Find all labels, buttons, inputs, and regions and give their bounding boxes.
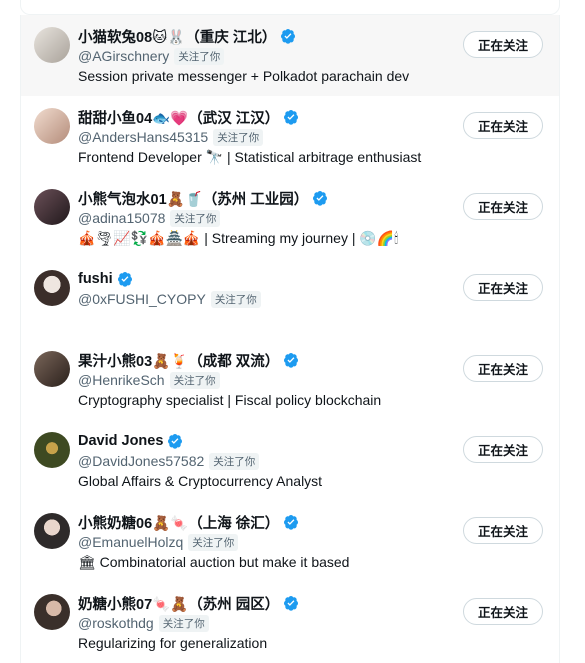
display-name[interactable]: fushi bbox=[78, 271, 113, 287]
display-name[interactable]: 奶糖小熊07🍬🧸（苏州 园区） bbox=[78, 593, 279, 614]
avatar[interactable] bbox=[34, 270, 70, 306]
avatar[interactable] bbox=[34, 513, 70, 549]
user-row[interactable]: 果汁小熊03🧸🍹（成都 双流） @HenrikeSch 关注了你 Cryptog… bbox=[21, 339, 559, 420]
user-row[interactable]: 奶糖小熊07🍬🧸（苏州 园区） @roskothdg 关注了你 Regulari… bbox=[21, 582, 559, 663]
display-name[interactable]: 小猫软兔08🐱🐰（重庆 江北） bbox=[78, 26, 276, 47]
avatar[interactable] bbox=[34, 594, 70, 630]
following-button[interactable]: 正在关注 bbox=[463, 355, 543, 382]
display-name[interactable]: 果汁小熊03🧸🍹（成都 双流） bbox=[78, 350, 279, 371]
avatar[interactable] bbox=[34, 108, 70, 144]
user-handle[interactable]: @HenrikeSch bbox=[78, 372, 165, 388]
user-handle[interactable]: @AGirschnery bbox=[78, 48, 169, 64]
verified-badge-icon bbox=[281, 29, 296, 44]
follows-you-badge: 关注了你 bbox=[210, 290, 261, 308]
user-handle[interactable]: @0xFUSHI_CYOPY bbox=[78, 291, 206, 307]
follows-you-badge: 关注了你 bbox=[209, 452, 260, 470]
verified-badge-icon bbox=[284, 353, 299, 368]
user-bio: 🏛 Combinatorial auction but make it base… bbox=[78, 554, 350, 570]
follows-you-badge: 关注了你 bbox=[169, 371, 220, 389]
user-bio: Session private messenger + Polkadot par… bbox=[78, 68, 410, 84]
verified-badge-icon bbox=[168, 434, 183, 449]
follows-you-badge: 关注了你 bbox=[213, 128, 264, 146]
display-name[interactable]: 小熊气泡水01🧸🥤（苏州 工业园） bbox=[78, 188, 308, 209]
avatar[interactable] bbox=[34, 189, 70, 225]
user-handle[interactable]: @adina15078 bbox=[78, 210, 165, 226]
user-handle[interactable]: @AndersHans45315 bbox=[78, 129, 208, 145]
user-row[interactable]: 甜甜小鱼04🐟💗（武汉 江汉） @AndersHans45315 关注了你 Fr… bbox=[21, 96, 559, 177]
verified-badge-icon bbox=[117, 272, 132, 287]
user-row[interactable]: 小熊气泡水01🧸🥤（苏州 工业园） @adina15078 关注了你 🎪🌪📈💱🎪… bbox=[21, 177, 559, 258]
user-bio: Regularizing for generalization bbox=[78, 635, 268, 651]
verified-badge-icon bbox=[313, 191, 328, 206]
following-list: 小猫软兔08🐱🐰（重庆 江北） @AGirschnery 关注了你 Sessio… bbox=[20, 15, 560, 663]
following-button[interactable]: 正在关注 bbox=[463, 517, 543, 544]
user-row[interactable]: 小熊奶糖06🧸🍬（上海 徐汇） @EmanuelHolzq 关注了你 🏛 Com… bbox=[21, 501, 559, 582]
user-bio: Cryptography specialist | Fiscal policy … bbox=[78, 392, 382, 408]
display-name[interactable]: 小熊奶糖06🧸🍬（上海 徐汇） bbox=[78, 512, 279, 533]
user-row[interactable]: fushi @0xFUSHI_CYOPY 关注了你 正在关注 bbox=[21, 258, 559, 339]
follows-you-badge: 关注了你 bbox=[170, 209, 221, 227]
user-bio: Frontend Developer 🔭 | Statistical arbit… bbox=[78, 149, 422, 165]
following-button[interactable]: 正在关注 bbox=[463, 112, 543, 139]
display-name[interactable]: 甜甜小鱼04🐟💗（武汉 江汉） bbox=[78, 107, 279, 128]
user-bio: 🎪🌪📈💱🎪🏯🎪 | Streaming my journey | 💿🌈🕯 bbox=[78, 230, 399, 246]
previous-list-edge bbox=[20, 0, 560, 15]
avatar[interactable] bbox=[34, 432, 70, 468]
verified-badge-icon bbox=[284, 596, 299, 611]
follows-you-badge: 关注了你 bbox=[188, 533, 239, 551]
follows-you-badge: 关注了你 bbox=[158, 614, 209, 632]
verified-badge-icon bbox=[284, 515, 299, 530]
user-handle[interactable]: @DavidJones57582 bbox=[78, 453, 204, 469]
following-button[interactable]: 正在关注 bbox=[463, 193, 543, 220]
following-button[interactable]: 正在关注 bbox=[463, 598, 543, 625]
user-handle[interactable]: @roskothdg bbox=[78, 615, 154, 631]
following-button[interactable]: 正在关注 bbox=[463, 436, 543, 463]
avatar[interactable] bbox=[34, 27, 70, 63]
display-name[interactable]: David Jones bbox=[78, 433, 163, 449]
user-handle[interactable]: @EmanuelHolzq bbox=[78, 534, 183, 550]
verified-badge-icon bbox=[284, 110, 299, 125]
following-button[interactable]: 正在关注 bbox=[463, 31, 543, 58]
user-row[interactable]: 小猫软兔08🐱🐰（重庆 江北） @AGirschnery 关注了你 Sessio… bbox=[21, 15, 559, 96]
user-row[interactable]: David Jones @DavidJones57582 关注了你 Global… bbox=[21, 420, 559, 501]
follows-you-badge: 关注了你 bbox=[174, 47, 225, 65]
following-button[interactable]: 正在关注 bbox=[463, 274, 543, 301]
user-bio: Global Affairs & Cryptocurrency Analyst bbox=[78, 473, 323, 489]
avatar[interactable] bbox=[34, 351, 70, 387]
